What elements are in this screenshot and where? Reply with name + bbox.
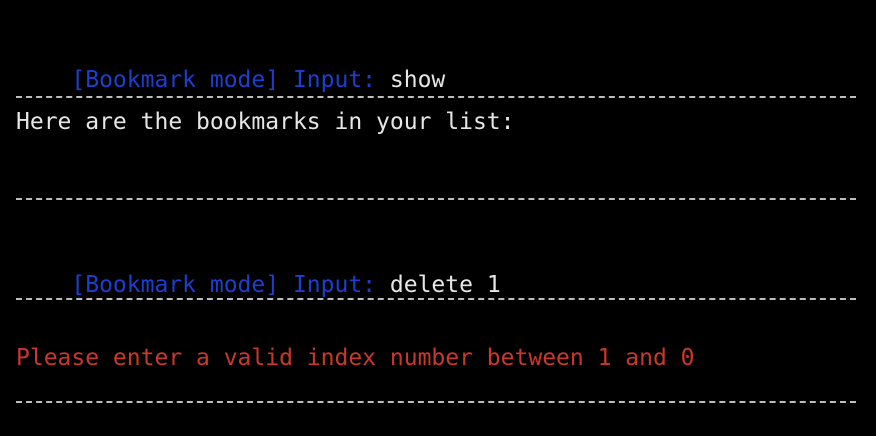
prompt-line-2: [Bookmark mode] Input: delete 1	[16, 243, 500, 298]
prompt-prefix: [Bookmark mode] Input:	[71, 67, 390, 93]
divider-line	[16, 401, 856, 403]
terminal-window[interactable]: [Bookmark mode] Input: show Here are the…	[0, 0, 876, 436]
command-text: delete 1	[389, 272, 501, 298]
error-message: Please enter a valid index number betwee…	[16, 345, 695, 371]
divider-line	[16, 198, 856, 200]
output-line: Here are the bookmarks in your list:	[16, 109, 515, 135]
command-text: show	[389, 67, 446, 93]
prompt-line-1: [Bookmark mode] Input: show	[16, 38, 445, 93]
divider-line	[16, 298, 856, 300]
divider-line	[16, 96, 856, 98]
prompt-prefix: [Bookmark mode] Input:	[71, 272, 390, 298]
